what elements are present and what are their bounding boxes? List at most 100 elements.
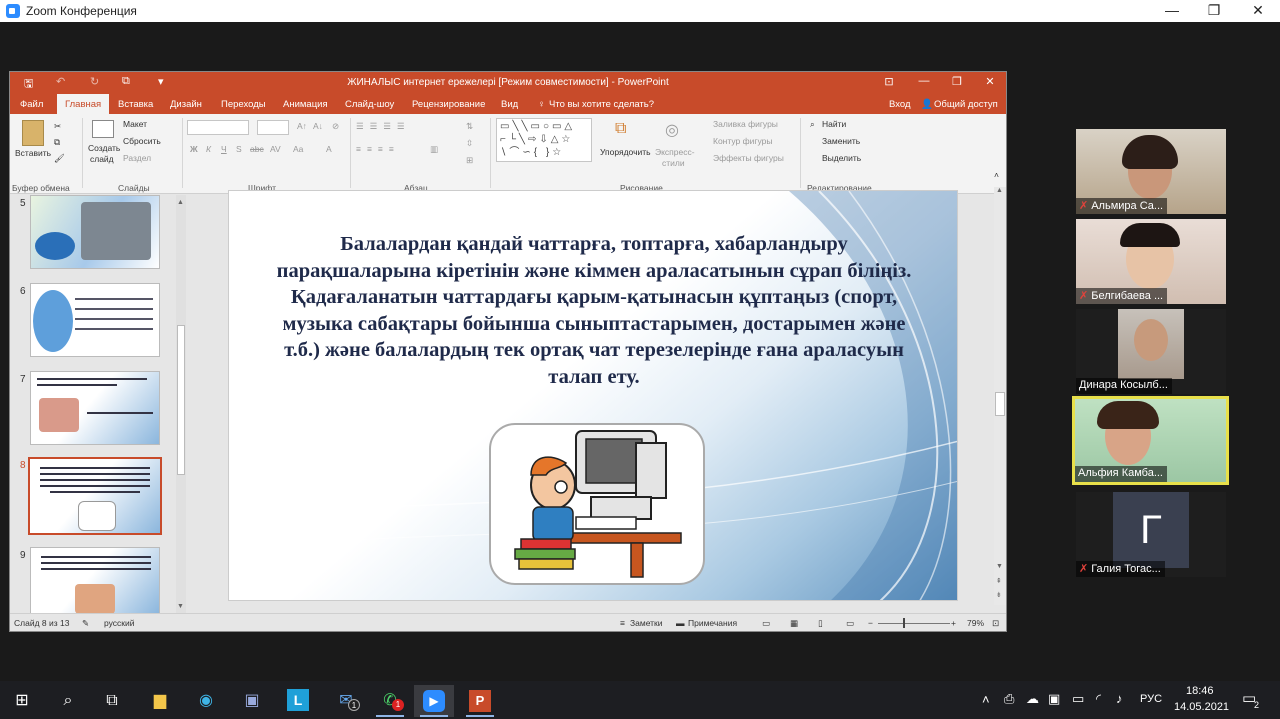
slide-thumbnail-6[interactable] <box>30 283 160 357</box>
thumbnail-scrollbar[interactable]: ▲ ▼ <box>176 195 186 615</box>
grow-font-icon[interactable]: A↑ <box>297 121 307 131</box>
replace-button[interactable]: Заменить <box>822 136 860 146</box>
participant-video[interactable]: Динара Косылб... <box>1076 309 1226 394</box>
slide-thumbnail-9[interactable] <box>30 547 160 615</box>
columns-icon[interactable]: ▥ <box>430 144 438 155</box>
layout-button[interactable]: Макет <box>123 119 147 129</box>
list-buttons-icon[interactable]: ☰☰☰☰ <box>356 121 410 132</box>
strikethrough-button[interactable]: abc <box>250 144 264 154</box>
participant-avatar-tile[interactable]: Г ✗ Галия Тогас... <box>1076 492 1226 577</box>
zoom-slider[interactable] <box>878 623 950 624</box>
section-button[interactable]: Раздел <box>123 153 151 163</box>
zoom-taskbar-icon[interactable]: ▶ <box>414 685 454 717</box>
ppt-close-button[interactable]: ✕ <box>980 75 1000 88</box>
tab-file[interactable]: Файл <box>20 99 43 110</box>
minimize-button[interactable]: — <box>1150 0 1194 22</box>
collapse-ribbon-icon[interactable]: ˄ <box>994 170 999 180</box>
notes-icon[interactable]: ≡ <box>620 618 625 628</box>
font-name-box[interactable] <box>187 120 249 135</box>
tab-view[interactable]: Вид <box>501 99 518 110</box>
new-slide-label-2[interactable]: слайд <box>90 154 114 164</box>
italic-button[interactable]: К <box>206 144 211 154</box>
share-button[interactable]: Общий доступ <box>934 99 998 110</box>
char-spacing-button[interactable]: AV <box>270 144 281 154</box>
font-color-button[interactable]: A <box>326 144 332 154</box>
tab-slideshow[interactable]: Слайд-шоу <box>345 99 394 110</box>
show-hidden-icons[interactable]: ˄ <box>982 692 990 707</box>
shapes-gallery[interactable]: ▭╲╲▭○▭△ ⌐└╲⇨⇩△☆ ∖⌒∽{ }☆ <box>496 118 592 162</box>
ppt-minimize-button[interactable]: — <box>914 75 934 87</box>
reset-button[interactable]: Сбросить <box>123 136 161 146</box>
comments-icon[interactable]: ▬ <box>676 618 685 628</box>
active-speaker-video[interactable]: Альфия Камба... <box>1072 396 1229 485</box>
participant-video[interactable]: ✗ Альмира Са... <box>1076 129 1226 214</box>
quick-styles-label-1[interactable]: Экспресс- <box>655 147 695 157</box>
start-windows-icon[interactable]: ⊞ <box>2 685 42 717</box>
shape-fill-button[interactable]: Заливка фигуры <box>713 119 778 129</box>
align-buttons-icon[interactable]: ≡≡≡≡ <box>356 144 400 154</box>
clock-time[interactable]: 18:46 <box>1186 685 1214 697</box>
select-button[interactable]: Выделить <box>822 153 861 163</box>
text-direction-icon[interactable]: ⇅ <box>466 121 473 132</box>
fit-slide-icon[interactable]: ⊡ <box>992 618 999 629</box>
tab-design[interactable]: Дизайн <box>170 99 202 110</box>
cut-icon[interactable]: ✂ <box>54 121 61 132</box>
reading-view-icon[interactable]: ▯ <box>818 618 823 629</box>
edge-browser-icon[interactable]: ◉ <box>186 685 226 717</box>
tab-insert[interactable]: Вставка <box>118 99 153 110</box>
tab-animations[interactable]: Анимация <box>283 99 328 110</box>
new-slide-icon[interactable] <box>92 120 114 138</box>
arrange-icon[interactable]: ⧉ <box>615 120 626 138</box>
current-slide[interactable]: Балалардан қандай чаттарға, топтарға, ха… <box>228 190 958 601</box>
close-button[interactable]: ✕ <box>1236 0 1280 22</box>
whatsapp-icon[interactable]: ✆ 1 <box>370 685 410 717</box>
clock-date[interactable]: 14.05.2021 <box>1174 701 1229 713</box>
slide-scrollbar[interactable]: ▲ ▼ ⇞ ⇟ <box>994 187 1006 605</box>
tray-camera-icon[interactable]: ▣ <box>1048 691 1060 707</box>
l-app-icon[interactable]: L <box>278 685 318 717</box>
paste-button[interactable]: Вставить <box>15 148 51 158</box>
volume-icon[interactable]: ♪ <box>1116 691 1123 706</box>
arrange-button[interactable]: Упорядочить <box>600 147 651 157</box>
comments-button[interactable]: Примечания <box>688 618 737 628</box>
normal-view-icon[interactable]: ▭ <box>762 618 770 629</box>
paste-icon[interactable] <box>22 120 44 146</box>
format-painter-icon[interactable]: 🖌 <box>54 153 65 164</box>
maximize-button[interactable]: ❐ <box>1192 0 1236 22</box>
login-link[interactable]: Вход <box>889 99 911 110</box>
underline-button[interactable]: Ч <box>221 144 227 154</box>
store-icon[interactable]: ▣ <box>232 685 272 717</box>
shape-outline-button[interactable]: Контур фигуры <box>713 136 772 146</box>
slide-sorter-icon[interactable]: ▦ <box>790 618 798 629</box>
battery-icon[interactable]: ▭ <box>1072 691 1084 707</box>
quick-styles-label-2[interactable]: стили <box>662 158 685 168</box>
tab-review[interactable]: Рецензирование <box>412 99 485 110</box>
copy-icon[interactable]: ⧉ <box>54 137 60 148</box>
slideshow-view-icon[interactable]: ▭ <box>846 618 854 629</box>
find-icon[interactable]: ⌕ <box>810 119 815 130</box>
shrink-font-icon[interactable]: A↓ <box>313 121 323 131</box>
zoom-level[interactable]: 79% <box>967 618 984 628</box>
ppt-restore-button[interactable]: ❐ <box>947 75 967 88</box>
tab-home[interactable]: Главная <box>57 94 110 114</box>
shape-effects-button[interactable]: Эффекты фигуры <box>713 153 784 163</box>
new-slide-label-1[interactable]: Создать <box>88 143 120 153</box>
powerpoint-taskbar-icon[interactable]: P <box>460 685 500 717</box>
align-text-icon[interactable]: ⇳ <box>466 138 473 149</box>
zoom-in-icon[interactable]: + <box>951 618 956 628</box>
find-button[interactable]: Найти <box>822 119 846 129</box>
task-view-icon[interactable]: ⧉ <box>92 685 132 717</box>
input-language[interactable]: РУС <box>1140 693 1162 705</box>
slide-thumbnail-5[interactable] <box>30 195 160 269</box>
tab-transitions[interactable]: Переходы <box>221 99 266 110</box>
participant-video[interactable]: ✗ Белгибаева ... <box>1076 219 1226 304</box>
quick-styles-icon[interactable]: ◎ <box>665 120 679 140</box>
mail-icon[interactable]: ✉ 1 <box>326 685 366 717</box>
font-size-box[interactable] <box>257 120 289 135</box>
notes-button[interactable]: Заметки <box>630 618 663 628</box>
file-explorer-icon[interactable]: ▆ <box>140 685 180 717</box>
spellcheck-icon[interactable]: ✎ <box>82 618 89 629</box>
ribbon-display-icon[interactable]: ⊡ <box>879 75 899 88</box>
zoom-out-icon[interactable]: − <box>868 618 873 628</box>
language-indicator[interactable]: русский <box>104 618 135 628</box>
